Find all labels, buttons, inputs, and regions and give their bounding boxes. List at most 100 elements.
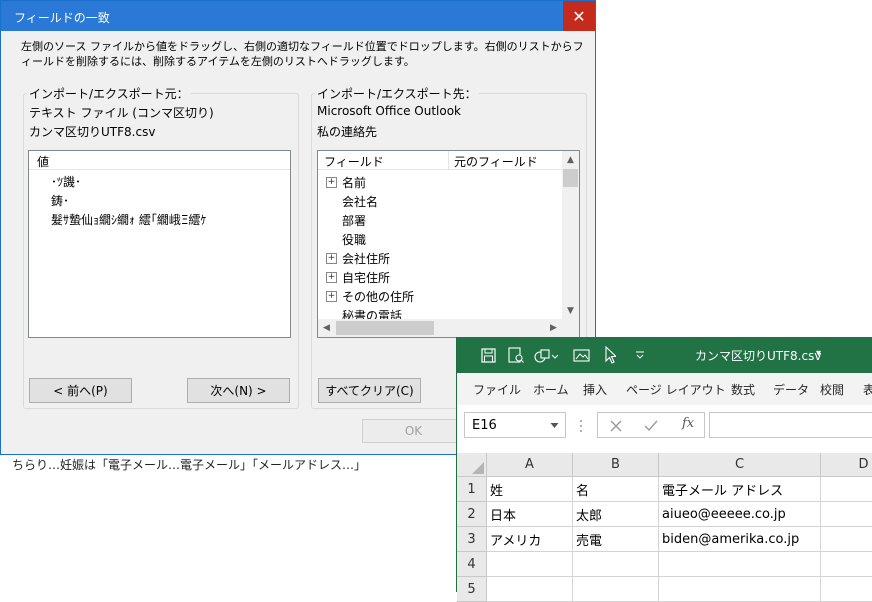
cell-c1[interactable]: 電子メール アドレス (659, 477, 821, 502)
prev-button[interactable]: < 前へ(P) (29, 378, 132, 403)
tab-view[interactable]: 表 (863, 381, 872, 398)
cell-d2[interactable] (821, 502, 872, 527)
cell-b5[interactable] (573, 577, 659, 602)
print-preview-icon[interactable] (508, 347, 524, 364)
tab-insert[interactable]: 挿入 (583, 381, 607, 398)
scroll-up-arrow-icon[interactable]: ▲ (562, 151, 579, 168)
cell-a3[interactable]: アメリカ (487, 527, 573, 552)
source-list-item[interactable]: 鋳･ (51, 192, 69, 209)
source-list-item[interactable]: ･ﾂ譏･ (51, 173, 81, 190)
source-list-item[interactable]: 髮ｻ蟄仙ｮ繝ｼ繝ｫ 繧｢繝峨Ξ繧ｹ (51, 211, 206, 228)
destination-field-item[interactable]: + 会社住所 (318, 248, 561, 267)
row-header[interactable]: 2 (457, 502, 487, 527)
excel-window: カンマ区切りUTF8.csv ▾ ファイル ホーム 挿入 ページ レイアウト 数… (456, 337, 872, 602)
expand-plus-icon[interactable]: + (326, 291, 337, 302)
destination-field-label: 自宅住所 (342, 271, 391, 285)
row-header[interactable]: 5 (457, 577, 487, 602)
tab-review[interactable]: 校閲 (820, 381, 844, 398)
cell-c3[interactable]: biden@amerika.co.jp (659, 527, 821, 552)
destination-field-item[interactable]: 部署 (318, 210, 561, 229)
picture-icon[interactable] (573, 347, 590, 362)
cell-d3[interactable] (821, 527, 872, 552)
ok-button[interactable]: OK (362, 419, 465, 443)
cell-b3[interactable]: 売電 (573, 527, 659, 552)
title-dropdown-icon[interactable]: ▾ (816, 348, 821, 359)
source-list-header-label: 値 (37, 155, 50, 169)
cell-b4[interactable] (573, 552, 659, 577)
destination-list-header: フィールド 元のフィールド (318, 151, 562, 170)
cell-a5[interactable] (487, 577, 573, 602)
select-all-corner[interactable] (457, 453, 487, 477)
close-button[interactable]: ✕ (563, 1, 595, 31)
formula-input[interactable] (709, 412, 872, 438)
cell-c4[interactable] (659, 552, 821, 577)
row-header[interactable]: 4 (457, 552, 487, 577)
select-all-icon (472, 462, 484, 474)
scroll-right-arrow-icon[interactable]: ▶ (545, 319, 562, 337)
cell-c2[interactable]: aiueo@eeeee.co.jp (659, 502, 821, 527)
save-icon[interactable] (481, 348, 496, 363)
destination-field-label: 部署 (342, 214, 367, 228)
horizontal-scroll-thumb[interactable] (336, 321, 434, 335)
scroll-left-arrow-icon[interactable]: ◀ (318, 319, 335, 337)
column-header-d[interactable]: D (821, 453, 872, 477)
row-header[interactable]: 3 (457, 527, 487, 552)
source-file-type: テキスト ファイル (コンマ区切り) (29, 106, 214, 120)
source-file-name: カンマ区切りUTF8.csv (29, 125, 156, 139)
ribbon-tabs: ファイル ホーム 挿入 ページ レイアウト 数式 データ 校閲 表 (457, 373, 872, 406)
next-button[interactable]: 次へ(N) > (187, 378, 290, 403)
tab-page-layout[interactable]: ページ レイアウト (626, 381, 726, 398)
destination-field-item[interactable]: + その他の住所 (318, 286, 561, 305)
cell-a2[interactable]: 日本 (487, 502, 573, 527)
dialog-titlebar[interactable]: フィールドの一致 ✕ (1, 1, 595, 31)
insert-function-icon[interactable]: fx (682, 416, 694, 431)
col-divider[interactable] (448, 151, 449, 169)
expand-plus-icon[interactable]: + (326, 272, 337, 283)
cell-b2[interactable]: 太郎 (573, 502, 659, 527)
destination-field-label: その他の住所 (342, 290, 415, 304)
destination-field-item[interactable]: 会社名 (318, 191, 561, 210)
column-header-b[interactable]: B (573, 453, 659, 477)
vertical-scrollbar[interactable]: ▲ ▼ (562, 151, 579, 319)
tab-home[interactable]: ホーム (533, 381, 569, 398)
tab-file[interactable]: ファイル (473, 381, 521, 398)
column-header-a[interactable]: A (487, 453, 573, 477)
expand-plus-icon[interactable]: + (326, 177, 337, 188)
name-box-value: E16 (472, 418, 497, 433)
name-box-dropdown-icon[interactable] (550, 422, 559, 429)
col-header-original[interactable]: 元のフィールド (454, 153, 538, 170)
source-list-header: 値 (29, 151, 290, 170)
clear-all-button[interactable]: すべてクリア(C) (318, 378, 421, 403)
formula-buttons: fx (597, 412, 705, 438)
scroll-down-arrow-icon[interactable]: ▼ (562, 302, 579, 319)
cell-c5[interactable] (659, 577, 821, 602)
source-values-list[interactable]: 値 ･ﾂ譏･ 鋳･ 髮ｻ蟄仙ｮ繝ｼ繝ｫ 繧｢繝峨Ξ繧ｹ (28, 150, 291, 338)
name-box[interactable]: E16 (464, 412, 566, 438)
column-header-c[interactable]: C (659, 453, 821, 477)
expand-plus-icon[interactable]: + (326, 253, 337, 264)
cancel-entry-icon[interactable] (610, 420, 622, 432)
destination-group-label: インポート/エクスポート先： (315, 85, 479, 102)
tab-data[interactable]: データ (773, 381, 809, 398)
cell-a4[interactable] (487, 552, 573, 577)
shapes-icon[interactable] (534, 347, 558, 364)
col-header-field[interactable]: フィールド (324, 153, 384, 170)
customize-qat-icon[interactable] (635, 350, 645, 360)
cell-d4[interactable] (821, 552, 872, 577)
pointer-icon[interactable] (604, 346, 616, 364)
excel-titlebar[interactable]: カンマ区切りUTF8.csv ▾ (457, 337, 872, 373)
destination-field-item[interactable]: + 名前 (318, 172, 561, 191)
cell-b1[interactable]: 名 (573, 477, 659, 502)
enter-icon[interactable] (644, 420, 658, 432)
destination-fields-list[interactable]: フィールド 元のフィールド + 名前 会社名 部署 役職 + 会社住所 + 自宅住所 + その他の住… (317, 150, 580, 338)
tab-formulas[interactable]: 数式 (731, 381, 755, 398)
cell-d5[interactable] (821, 577, 872, 602)
cell-d1[interactable] (821, 477, 872, 502)
horizontal-scrollbar[interactable]: ◀ ▶ (318, 319, 562, 337)
destination-field-item[interactable]: + 自宅住所 (318, 267, 561, 286)
formula-bar-grip-icon[interactable] (579, 419, 583, 433)
vertical-scroll-thumb[interactable] (563, 169, 578, 187)
cell-a1[interactable]: 姓 (487, 477, 573, 502)
row-header[interactable]: 1 (457, 477, 487, 502)
destination-field-item[interactable]: 役職 (318, 229, 561, 248)
